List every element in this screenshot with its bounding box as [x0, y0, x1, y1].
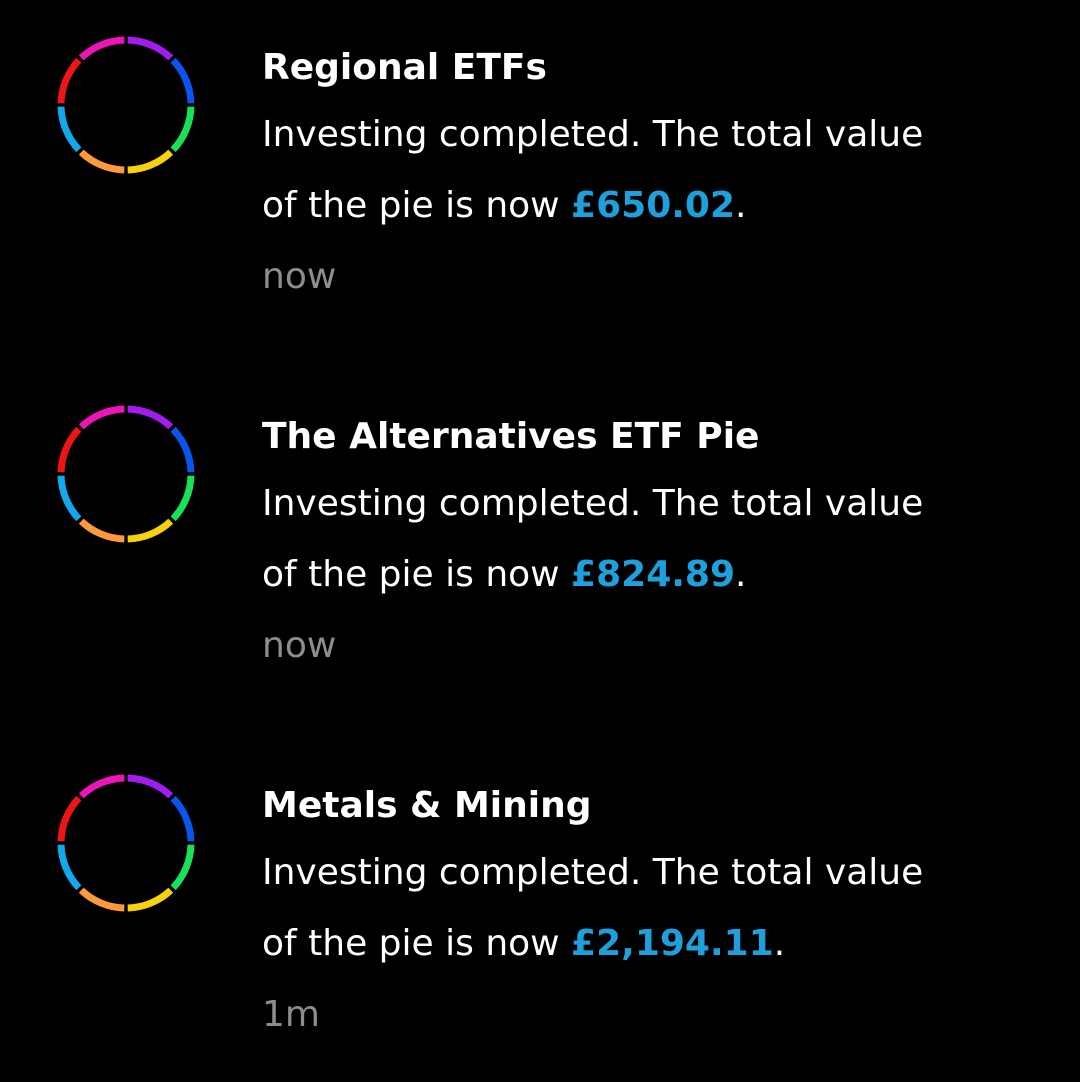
- pie-ring-segment: [127, 887, 174, 912]
- pie-ring-segment: [57, 475, 82, 522]
- notification-title: Metals & Mining: [262, 785, 592, 826]
- rainbow-pie-icon: [57, 36, 195, 174]
- notification-title: Regional ETFs: [262, 47, 547, 88]
- pie-total-value: £2,194.11: [571, 923, 774, 964]
- message-line: of the pie is now £650.02.: [262, 170, 1052, 241]
- pie-ring-segment: [57, 795, 82, 842]
- rainbow-pie-icon: [54, 33, 198, 177]
- pie-ring-segment: [78, 405, 125, 430]
- pie-ring-segment: [170, 57, 195, 104]
- notification-item[interactable]: Regional ETFs Investing completed. The t…: [0, 0, 1080, 330]
- pie-ring-segment: [57, 426, 82, 473]
- message-line: Investing completed. The total value: [262, 483, 924, 524]
- pie-ring-segment: [127, 774, 174, 799]
- pie-ring-segment: [170, 426, 195, 473]
- pie-ring-segment: [127, 36, 174, 61]
- message-suffix: .: [735, 554, 747, 595]
- pie-total-value: £650.02: [571, 185, 736, 226]
- rainbow-pie-icon: [57, 405, 195, 543]
- pie-ring-segment: [170, 475, 195, 522]
- pie-ring-segment: [127, 149, 174, 174]
- pie-total-value: £824.89: [571, 554, 736, 595]
- message-suffix: .: [773, 923, 786, 964]
- pie-ring-segment: [78, 887, 125, 912]
- notification-message: Investing completed. The total value of …: [262, 468, 1052, 610]
- message-prefix: of the pie is now: [262, 554, 572, 595]
- notification-timestamp: 1m: [262, 994, 320, 1035]
- pie-ring-segment: [170, 106, 195, 153]
- notification-message: Investing completed. The total value of …: [262, 99, 1052, 241]
- pie-ring-segment: [78, 518, 125, 543]
- notification-item[interactable]: The Alternatives ETF Pie Investing compl…: [0, 369, 1080, 699]
- pie-ring-segment: [78, 774, 125, 799]
- pie-ring-segment: [57, 844, 82, 891]
- message-suffix: .: [735, 185, 747, 226]
- notification-timestamp: now: [262, 625, 337, 666]
- message-prefix: of the pie is now: [262, 185, 572, 226]
- message-prefix: of the pie is now: [262, 923, 572, 964]
- notification-title: The Alternatives ETF Pie: [262, 416, 760, 457]
- message-line: Investing completed. The total value: [262, 114, 924, 155]
- rainbow-pie-icon: [57, 774, 195, 912]
- pie-ring-segment: [57, 57, 82, 104]
- message-line: of the pie is now £2,194.11.: [262, 908, 1052, 979]
- rainbow-pie-icon: [54, 771, 198, 915]
- message-line: of the pie is now £824.89.: [262, 539, 1052, 610]
- rainbow-pie-icon: [54, 402, 198, 546]
- pie-ring-segment: [57, 106, 82, 153]
- notification-timestamp: now: [262, 256, 337, 297]
- pie-ring-segment: [127, 518, 174, 543]
- pie-ring-segment: [78, 36, 125, 61]
- message-line: Investing completed. The total value: [262, 852, 924, 893]
- notification-message: Investing completed. The total value of …: [262, 837, 1052, 979]
- pie-ring-segment: [170, 844, 195, 891]
- pie-ring-segment: [170, 795, 195, 842]
- pie-ring-segment: [78, 149, 125, 174]
- pie-ring-segment: [127, 405, 174, 430]
- notification-item[interactable]: Metals & Mining Investing completed. The…: [0, 738, 1080, 1068]
